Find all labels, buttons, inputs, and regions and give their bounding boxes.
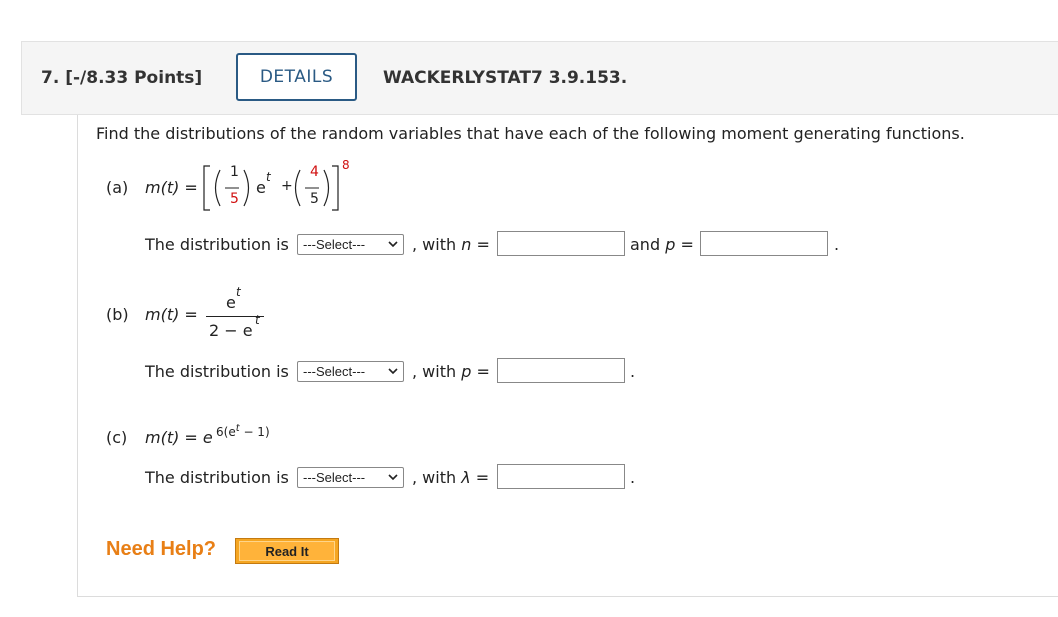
part-b-den: 2 − e — [209, 321, 253, 340]
part-b-distribution-select[interactable]: ---Select--- — [297, 361, 404, 382]
part-a-distribution-select[interactable]: ---Select--- — [297, 234, 404, 255]
part-a-period: . — [834, 235, 840, 254]
part-a-e: e — [256, 178, 266, 197]
part-a-frac2-den: 5 — [310, 191, 319, 207]
part-b-mgf-lhs: m(t) = — [145, 305, 198, 324]
part-b-distribution-text: The distribution is — [145, 362, 289, 381]
question-code: WACKERLYSTAT7 3.9.153. — [383, 68, 628, 88]
part-a-exponent: 8 — [342, 158, 350, 172]
part-a-n-input[interactable] — [497, 231, 625, 256]
part-a-p-input[interactable] — [700, 231, 828, 256]
part-b-num-e: e — [226, 293, 236, 312]
question-title: 7. [-/8.33 Points] — [41, 68, 203, 88]
part-a-t: t — [266, 170, 271, 184]
part-a-frac1-num: 1 — [230, 164, 239, 180]
chevron-down-icon — [388, 368, 398, 375]
part-b-p-input[interactable] — [497, 358, 625, 383]
part-b-num-t: t — [236, 285, 241, 299]
read-it-label: Read It — [239, 541, 335, 561]
part-b-select-value: ---Select--- — [303, 364, 366, 379]
details-button[interactable]: DETAILS — [236, 53, 357, 101]
part-a-label: (a) — [106, 178, 129, 197]
question-header: 7. [-/8.33 Points] DETAILS WACKERLYSTAT7… — [21, 41, 1058, 115]
part-a-select-value: ---Select--- — [303, 237, 366, 252]
part-b-label: (b) — [106, 305, 129, 324]
part-a-frac1-den: 5 — [230, 191, 239, 207]
part-c-period: . — [630, 468, 636, 487]
read-it-button[interactable]: Read It — [235, 538, 339, 564]
part-c-distribution-text: The distribution is — [145, 468, 289, 487]
part-a-and: and p = — [630, 235, 694, 254]
part-c-label: (c) — [106, 428, 128, 447]
part-a-plus: + — [281, 178, 293, 194]
need-help-label: Need Help? — [106, 538, 217, 560]
chevron-down-icon — [388, 241, 398, 248]
part-c-select-value: ---Select--- — [303, 470, 366, 485]
part-b-den-t: t — [255, 313, 260, 327]
chevron-down-icon — [388, 474, 398, 481]
part-b-period: . — [630, 362, 636, 381]
part-c-lambda-input[interactable] — [497, 464, 625, 489]
part-c-mgf-lhs: m(t) = e — [145, 428, 213, 447]
part-a-distribution-text: The distribution is — [145, 235, 289, 254]
part-b-with: , with p = — [412, 362, 490, 381]
question-prompt: Find the distributions of the random var… — [96, 124, 965, 143]
part-a-mgf-lhs: m(t) = — [145, 178, 198, 197]
part-a-with: , with n = — [412, 235, 490, 254]
part-c-with: , with λ = — [412, 468, 490, 487]
part-c-exponent: 6(et − 1) — [216, 423, 270, 439]
part-c-distribution-select[interactable]: ---Select--- — [297, 467, 404, 488]
part-a-frac2-num: 4 — [310, 164, 319, 180]
